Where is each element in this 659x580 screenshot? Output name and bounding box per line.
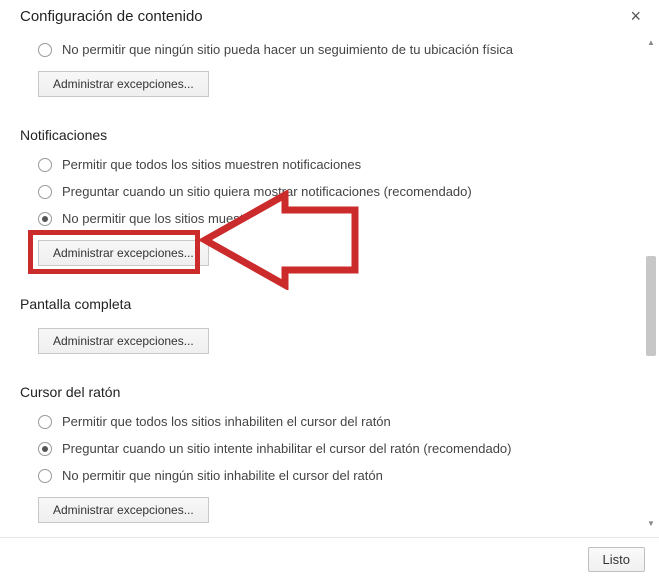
content-area: No permitir que ningún sitio pueda hacer…	[0, 28, 659, 538]
done-button[interactable]: Listo	[588, 547, 645, 572]
scroll-track[interactable]: ▲ ▼	[645, 36, 657, 529]
mouse-option-allow[interactable]: Permitir que todos los sitios inhabilite…	[20, 408, 643, 435]
radio-icon[interactable]	[38, 442, 52, 456]
tracking-option[interactable]: No permitir que ningún sitio pueda hacer…	[20, 36, 643, 63]
option-label: Preguntar cuando un sitio quiera mostrar…	[62, 184, 472, 199]
section-fullscreen: Pantalla completa Administrar excepcione…	[0, 280, 643, 368]
radio-icon[interactable]	[38, 158, 52, 172]
notifications-option-block[interactable]: No permitir que los sitios muestren noti…	[20, 205, 643, 232]
option-label: Preguntar cuando un sitio intente inhabi…	[62, 441, 511, 456]
radio-icon[interactable]	[38, 415, 52, 429]
mouse-option-block[interactable]: No permitir que ningún sitio inhabilite …	[20, 462, 643, 489]
dialog-title: Configuración de contenido	[20, 8, 203, 25]
section-notifications: Notificaciones Permitir que todos los si…	[0, 111, 643, 280]
notifications-option-ask[interactable]: Preguntar cuando un sitio quiera mostrar…	[20, 178, 643, 205]
manage-exceptions-button[interactable]: Administrar excepciones...	[38, 328, 209, 354]
scroll-thumb[interactable]	[646, 256, 656, 356]
option-label: Permitir que todos los sitios inhabilite…	[62, 414, 391, 429]
close-icon[interactable]: ×	[626, 6, 645, 27]
content-settings-dialog: Configuración de contenido × No permitir…	[0, 0, 659, 580]
manage-exceptions-button[interactable]: Administrar excepciones...	[38, 497, 209, 523]
option-label: No permitir que ningún sitio inhabilite …	[62, 468, 383, 483]
mouse-option-ask[interactable]: Preguntar cuando un sitio intente inhabi…	[20, 435, 643, 462]
manage-exceptions-button[interactable]: Administrar excepciones...	[38, 240, 209, 266]
vertical-scrollbar[interactable]: ▲ ▼	[645, 36, 657, 529]
dialog-header: Configuración de contenido ×	[0, 0, 659, 27]
radio-icon[interactable]	[38, 212, 52, 226]
scroll-up-icon[interactable]: ▲	[645, 36, 657, 48]
fullscreen-heading: Pantalla completa	[20, 296, 643, 312]
option-label: No permitir que los sitios muestren noti…	[62, 211, 345, 226]
section-mouse: Cursor del ratón Permitir que todos los …	[0, 368, 643, 537]
option-label: Permitir que todos los sitios muestren n…	[62, 157, 361, 172]
notifications-heading: Notificaciones	[20, 127, 643, 143]
scroll-down-icon[interactable]: ▼	[645, 517, 657, 529]
section-tracking: No permitir que ningún sitio pueda hacer…	[0, 30, 643, 111]
radio-icon[interactable]	[38, 43, 52, 57]
dialog-footer: Listo	[0, 538, 659, 580]
manage-exceptions-button[interactable]: Administrar excepciones...	[38, 71, 209, 97]
option-label: No permitir que ningún sitio pueda hacer…	[62, 42, 513, 57]
radio-icon[interactable]	[38, 185, 52, 199]
radio-icon[interactable]	[38, 469, 52, 483]
scroll-area: No permitir que ningún sitio pueda hacer…	[0, 28, 643, 537]
mouse-heading: Cursor del ratón	[20, 384, 643, 400]
notifications-option-allow[interactable]: Permitir que todos los sitios muestren n…	[20, 151, 643, 178]
